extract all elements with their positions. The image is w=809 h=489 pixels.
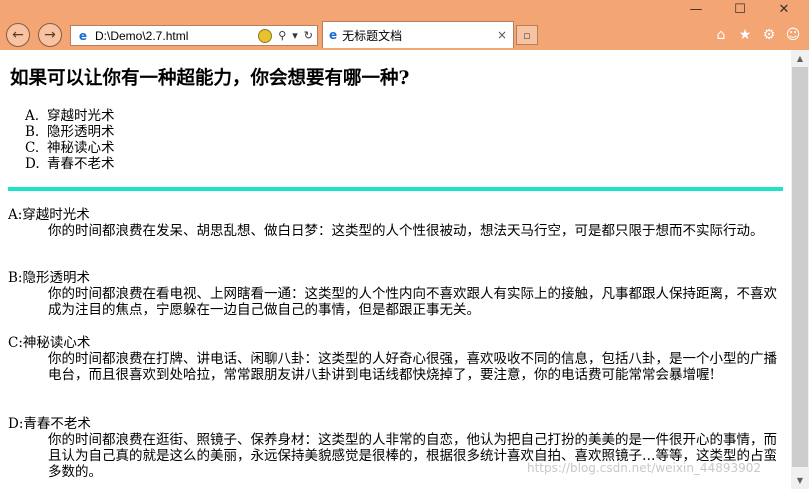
back-arrow-icon: ← [12, 27, 24, 43]
minimize-button[interactable]: — [680, 0, 712, 19]
address-text: D:\Demo\2.7.html [95, 28, 189, 43]
close-window-button[interactable]: ✕ [768, 0, 800, 19]
answer-section-a: A:穿越时光术 你的时间都浪费在发呆、胡思乱想、做白日梦：这类型的人个性很被动，… [8, 207, 778, 239]
search-icon[interactable]: ⚲ [278, 29, 286, 42]
answer-section-c: C:神秘读心术 你的时间都浪费在打牌、讲电话、闲聊八卦：这类型的人好奇心很强，喜… [8, 335, 778, 383]
vertical-scrollbar[interactable]: ▲ ▼ [791, 50, 809, 489]
tab-close-icon[interactable]: × [497, 28, 507, 42]
address-bar[interactable]: e D:\Demo\2.7.html ⚲ ▾ ↻ [70, 25, 318, 46]
answer-heading: A:穿越时光术 [8, 207, 90, 223]
maximize-icon: ☐ [734, 2, 746, 17]
maximize-button[interactable]: ☐ [724, 0, 756, 19]
option-item: D. 青春不老术 [25, 156, 115, 172]
answer-text: 你的时间都浪费在打牌、讲电话、闲聊八卦：这类型的人好奇心很强，喜欢吸收不同的信息… [48, 351, 777, 383]
scroll-down-icon[interactable]: ▼ [791, 472, 809, 489]
question-heading: 如果可以让你有一种超能力，你会想要有哪一种? [10, 68, 410, 89]
answer-heading: D:青春不老术 [8, 416, 91, 432]
new-tab-icon: ▫ [523, 28, 531, 42]
forward-arrow-icon: → [44, 27, 56, 43]
title-bar: — ☐ ✕ [0, 0, 809, 19]
new-tab-button[interactable]: ▫ [516, 25, 538, 45]
minimize-icon: — [689, 2, 703, 17]
scrollbar-thumb[interactable] [792, 67, 808, 467]
settings-gear-icon[interactable]: ⚙ [759, 26, 779, 44]
refresh-icon[interactable]: ↻ [304, 29, 313, 42]
favorites-star-icon[interactable]: ★ [735, 26, 755, 44]
scroll-up-icon[interactable]: ▲ [791, 50, 809, 67]
close-icon: ✕ [778, 2, 790, 17]
answer-section-b: B:隐形透明术 你的时间都浪费在看电视、上网瞎看一通：这类型的人个性内向不喜欢跟… [8, 270, 778, 318]
ie-tab-icon: e [329, 28, 338, 42]
back-button[interactable]: ← [6, 23, 30, 47]
option-item: C. 神秘读心术 [25, 140, 115, 156]
address-actions: ⚲ ▾ ↻ [258, 28, 313, 43]
tab-title: 无标题文档 [342, 28, 403, 43]
ie-page-icon: e [78, 28, 88, 43]
options-list: A. 穿越时光术 B. 隐形透明术 C. 神秘读心术 D. 青春不老术 [25, 108, 115, 172]
dropdown-icon[interactable]: ▾ [292, 29, 298, 42]
option-item: A. 穿越时光术 [25, 108, 115, 124]
answer-text: 你的时间都浪费在看电视、上网瞎看一通：这类型的人个性内向不喜欢跟人有实际上的接触… [48, 286, 777, 318]
feedback-smiley-icon[interactable]: ☺ [783, 26, 803, 44]
home-icon[interactable]: ⌂ [711, 26, 731, 44]
watermark: https://blog.csdn.net/weixin_44893902 [527, 461, 762, 475]
browser-toolbar: ← → e D:\Demo\2.7.html ⚲ ▾ ↻ e 无标题文档 × ▫… [0, 19, 809, 50]
compat-view-icon[interactable] [258, 28, 273, 43]
option-item: B. 隐形透明术 [25, 124, 115, 140]
page-content: 如果可以让你有一种超能力，你会想要有哪一种? A. 穿越时光术 B. 隐形透明术 C… [0, 50, 791, 489]
answer-heading: C:神秘读心术 [8, 335, 91, 351]
divider-line [8, 187, 783, 191]
answer-heading: B:隐形透明术 [8, 270, 90, 286]
forward-button[interactable]: → [38, 23, 62, 47]
answer-text: 你的时间都浪费在发呆、胡思乱想、做白日梦：这类型的人个性很被动，想法天马行空，可… [48, 223, 764, 239]
tab-active[interactable]: e 无标题文档 × [322, 21, 514, 48]
